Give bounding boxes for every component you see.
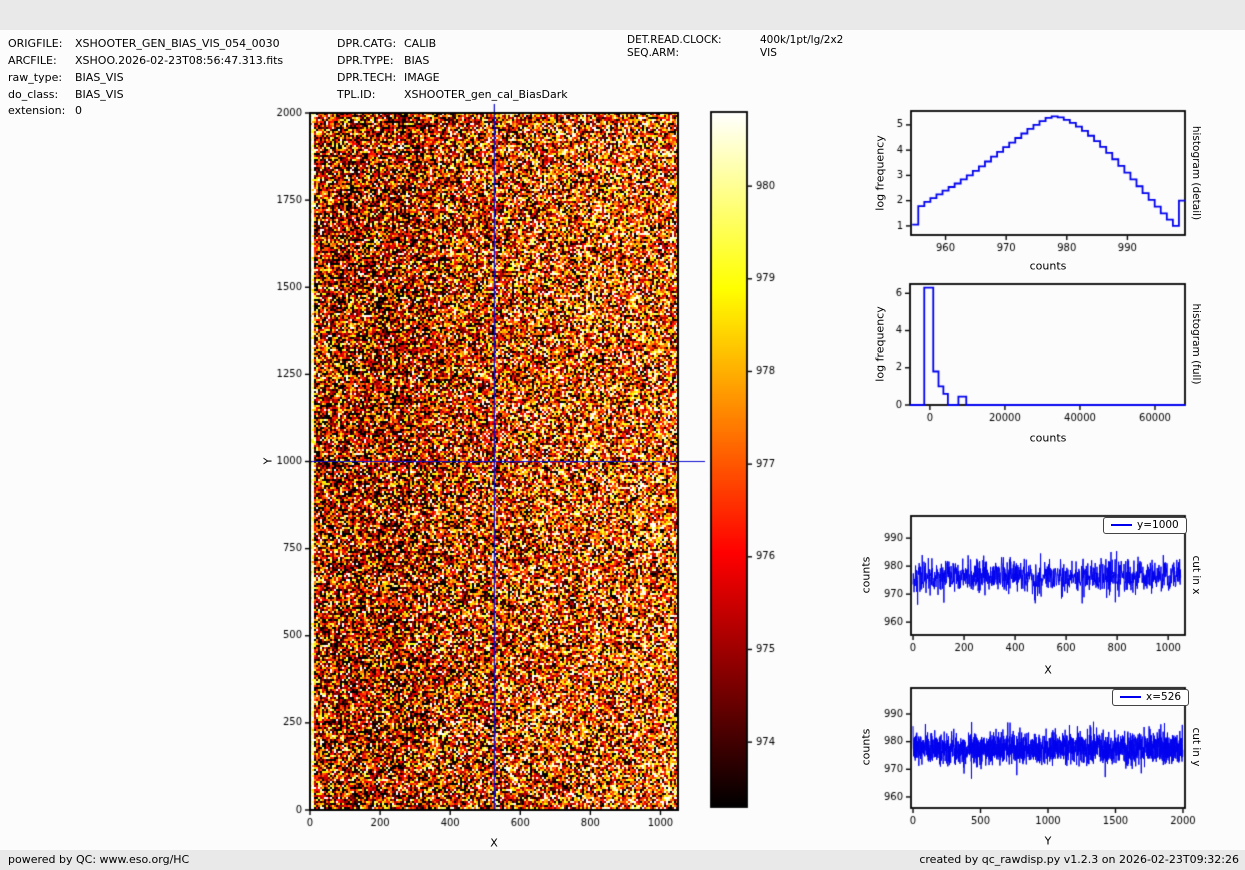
legend-line-sample <box>1120 696 1141 698</box>
seq-arm-label: SEQ.ARM: <box>627 47 679 59</box>
arcfile-label: ARCFILE: <box>8 54 57 67</box>
cut-x-legend: y=1000 <box>1103 517 1187 534</box>
hist-full-x-label: counts <box>1029 431 1067 445</box>
tpl-id-label: TPL.ID: <box>337 88 376 101</box>
origfile-label: ORIGFILE: <box>8 37 63 50</box>
rawtype-label: raw_type: <box>8 71 63 84</box>
origfile-value: XSHOOTER_GEN_BIAS_VIS_054_0030 <box>75 37 280 50</box>
cut-x-right-label: cut in x <box>1190 555 1202 595</box>
read-clock-label: DET.READ.CLOCK: <box>627 34 722 46</box>
rawtype-value: BIAS_VIS <box>75 71 124 84</box>
cut-y-legend: x=526 <box>1112 689 1190 706</box>
hist-detail-right-label: histogram (detail) <box>1190 125 1202 221</box>
footer-credit-right: created by qc_rawdisp.py v1.2.3 on 2026-… <box>919 853 1239 866</box>
header-strip <box>0 0 1245 30</box>
dpr-catg-value: CALIB <box>404 37 437 50</box>
extension-value: 0 <box>75 104 82 117</box>
cut-x-legend-text: y=1000 <box>1137 519 1179 531</box>
dpr-tech-label: DPR.TECH: <box>337 71 397 84</box>
cut-x-x-label: X <box>1044 663 1052 677</box>
main-x-axis-label: X <box>490 836 498 850</box>
footer-credit-left: powered by QC: www.eso.org/HC <box>8 853 190 866</box>
tpl-id-value: XSHOOTER_gen_cal_BiasDark <box>404 88 568 101</box>
dpr-catg-label: DPR.CATG: <box>337 37 397 50</box>
cut-x-y-label: counts <box>859 556 873 594</box>
dpr-type-label: DPR.TYPE: <box>337 54 394 67</box>
extension-label: extension: <box>8 104 66 117</box>
doclass-label: do_class: <box>8 88 59 101</box>
hist-detail-y-label: log frequency <box>873 135 887 211</box>
cut-y-legend-text: x=526 <box>1146 691 1182 703</box>
cut-y-y-label: counts <box>859 728 873 766</box>
hist-detail-x-label: counts <box>1029 259 1067 273</box>
cut-y-right-label: cut in y <box>1190 727 1202 767</box>
hist-full-y-label: log frequency <box>873 306 887 382</box>
cut-y-x-label: Y <box>1044 834 1052 848</box>
dpr-tech-value: IMAGE <box>404 71 440 84</box>
hist-full-right-label: histogram (full) <box>1190 303 1202 385</box>
arcfile-value: XSHOO.2026-02-23T08:56:47.313.fits <box>75 54 284 67</box>
seq-arm-value: VIS <box>760 47 777 59</box>
read-clock-value: 400k/1pt/lg/2x2 <box>760 34 844 46</box>
main-y-axis-label: Y <box>261 457 275 465</box>
dpr-type-value: BIAS <box>404 54 430 67</box>
legend-line-sample <box>1111 524 1132 526</box>
doclass-value: BIAS_VIS <box>75 88 124 101</box>
